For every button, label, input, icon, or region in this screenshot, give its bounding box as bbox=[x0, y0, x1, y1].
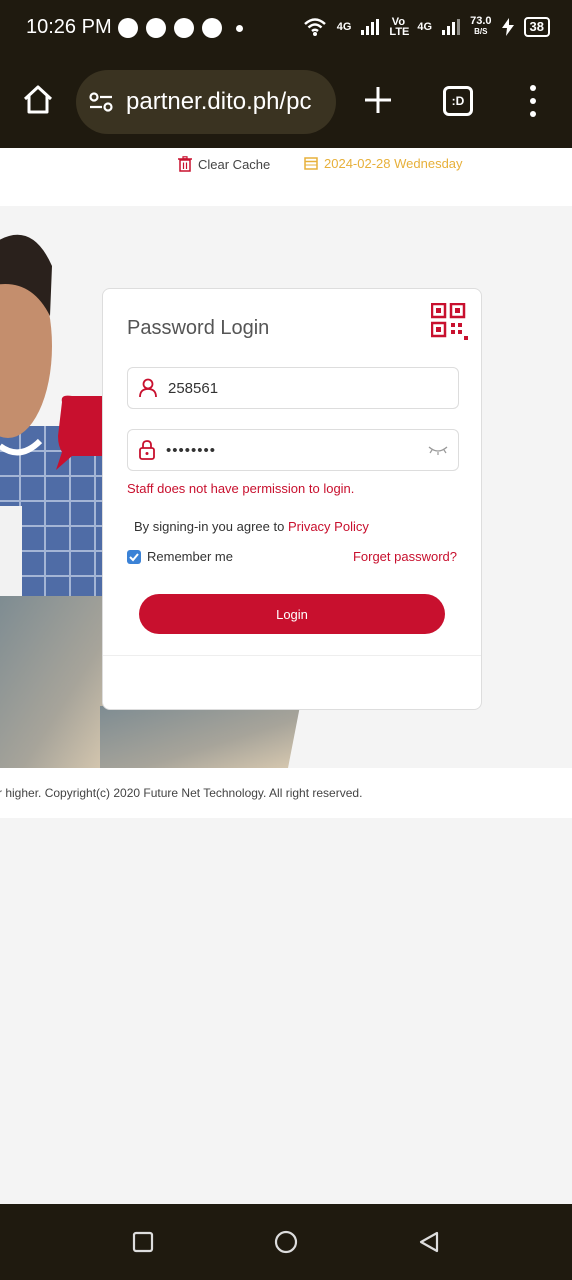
system-navigation-bar bbox=[0, 1204, 572, 1280]
qr-code-icon[interactable] bbox=[431, 303, 469, 341]
page-footer: r higher. Copyright(c) 2020 Future Net T… bbox=[0, 768, 572, 818]
login-error-message: Staff does not have permission to login. bbox=[127, 481, 355, 496]
speed-value: 73.0 bbox=[470, 15, 492, 27]
clear-cache-button[interactable]: Clear Cache bbox=[178, 156, 270, 172]
speed-unit: B/S bbox=[474, 27, 488, 36]
notification-icons bbox=[118, 18, 243, 38]
status-indicators: 4G Vo LTE 4G 73.0 B/S 38 bbox=[303, 16, 550, 37]
agreement-text: By signing-in you agree to Privacy Polic… bbox=[134, 519, 369, 534]
lock-icon bbox=[139, 440, 155, 460]
wifi-icon bbox=[303, 17, 326, 36]
speed-indicator: 73.0 B/S bbox=[470, 16, 491, 37]
copyright-text: r higher. Copyright(c) 2020 Future Net T… bbox=[0, 786, 363, 800]
shop-notification-icon bbox=[202, 18, 222, 38]
signal-icon bbox=[361, 18, 380, 35]
username-input[interactable] bbox=[168, 379, 398, 397]
clear-cache-label: Clear Cache bbox=[198, 156, 271, 172]
address-bar[interactable]: partner.dito.ph/pc bbox=[76, 70, 336, 134]
back-nav-icon[interactable] bbox=[417, 1230, 441, 1254]
url-text[interactable]: partner.dito.ph/pc bbox=[126, 88, 311, 116]
network-4g-label: 4G bbox=[336, 20, 352, 33]
agreement-prefix: By signing-in you agree to bbox=[134, 519, 285, 534]
password-field[interactable] bbox=[127, 429, 459, 471]
forget-password-link[interactable]: Forget password? bbox=[353, 549, 457, 564]
remember-me-label: Remember me bbox=[147, 549, 233, 564]
battery-level: 38 bbox=[529, 18, 544, 34]
login-card: Password Login Staf bbox=[102, 288, 482, 710]
card-divider bbox=[103, 655, 481, 656]
calendar-icon bbox=[304, 157, 318, 170]
home-icon[interactable] bbox=[22, 84, 54, 116]
privacy-policy-link[interactable]: Privacy Policy bbox=[288, 519, 369, 534]
site-header: Clear Cache 2024-02-28 Wednesday bbox=[0, 148, 572, 206]
user-icon bbox=[139, 378, 157, 398]
tab-switcher-button[interactable]: :D bbox=[443, 86, 473, 116]
browser-toolbar: partner.dito.ph/pc :D bbox=[0, 58, 572, 148]
more-notifications-icon bbox=[236, 24, 243, 32]
status-bar: 10:26 PM 4G Vo LTE 4G 73.0 B/S 38 bbox=[0, 0, 572, 58]
remember-me-checkbox[interactable] bbox=[127, 549, 141, 564]
more-menu-icon[interactable] bbox=[528, 85, 538, 117]
password-input[interactable] bbox=[166, 441, 396, 459]
money-notification-icon bbox=[174, 18, 194, 38]
battery-icon: 38 bbox=[523, 16, 550, 37]
username-field[interactable] bbox=[127, 367, 459, 409]
tab-switcher-label: :D bbox=[451, 94, 465, 108]
trash-icon bbox=[178, 156, 192, 172]
chat-notification-icon bbox=[118, 18, 138, 38]
charging-icon bbox=[501, 17, 514, 36]
status-time: 10:26 PM bbox=[26, 16, 112, 38]
home-nav-icon[interactable] bbox=[274, 1230, 298, 1254]
login-button[interactable]: Login bbox=[139, 594, 445, 634]
site-settings-icon[interactable] bbox=[88, 91, 114, 113]
recent-apps-icon[interactable] bbox=[131, 1230, 155, 1254]
volte-label: Vo LTE bbox=[389, 15, 410, 38]
date-display: 2024-02-28 Wednesday bbox=[304, 156, 463, 171]
date-label: 2024-02-28 Wednesday bbox=[324, 156, 463, 171]
login-title: Password Login bbox=[127, 317, 270, 339]
hide-password-icon[interactable] bbox=[428, 444, 448, 456]
new-tab-icon[interactable] bbox=[362, 84, 394, 116]
facebook-notification-icon bbox=[146, 18, 166, 38]
remember-me[interactable]: Remember me bbox=[127, 549, 233, 564]
checkmark-icon bbox=[129, 552, 139, 561]
network-4g-label-2: 4G bbox=[417, 20, 433, 33]
signal-icon-2 bbox=[442, 18, 461, 35]
